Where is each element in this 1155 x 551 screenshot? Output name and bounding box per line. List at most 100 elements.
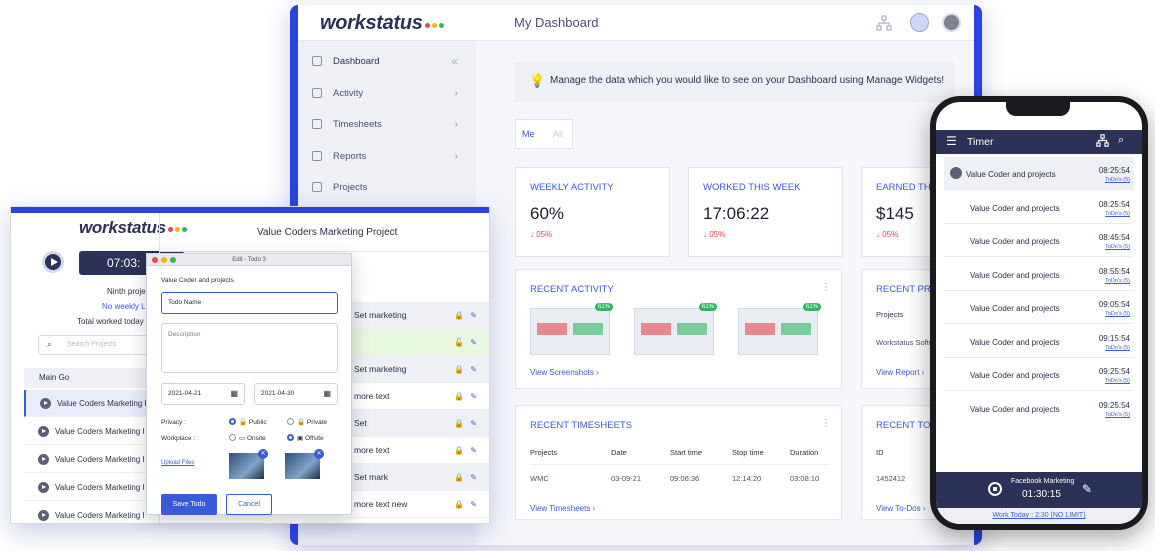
- play-icon[interactable]: [950, 167, 962, 179]
- lightbulb-icon: 💡: [529, 73, 546, 88]
- projects-icon: [312, 182, 322, 192]
- minimize-icon[interactable]: [161, 257, 167, 263]
- list-item[interactable]: Value Coder and projects 09:05:54 ToDo's (…: [944, 291, 1134, 324]
- play-icon[interactable]: [40, 397, 51, 409]
- play-icon[interactable]: [38, 453, 49, 465]
- list-item[interactable]: Value Coder and projects 08:45:54 ToDo's (…: [944, 224, 1134, 257]
- cancel-button[interactable]: Cancel: [226, 494, 272, 515]
- task-row[interactable]: 🔓✎: [346, 329, 489, 356]
- list-item[interactable]: Value Coder and projects 08:25:54 ToDo's (…: [944, 191, 1134, 224]
- search-icon[interactable]: ⌕: [1118, 134, 1124, 147]
- screenshot-thumbnail[interactable]: 61%: [634, 303, 717, 355]
- workstatus-logo: workstatus: [320, 12, 444, 35]
- table-cell: 1452412: [876, 474, 906, 483]
- view-todos-link[interactable]: View To-Dos ›: [876, 504, 926, 513]
- lock-edit-icons[interactable]: 🔒✎: [454, 473, 483, 482]
- lock-edit-icons[interactable]: 🔓✎: [454, 338, 483, 347]
- sidebar-item-timesheets[interactable]: Timesheets ›: [298, 109, 476, 139]
- sidebar-item-activity[interactable]: Activity ›: [298, 78, 476, 108]
- start-date-field[interactable]: 2021-04-21 ▦: [161, 383, 245, 405]
- avatar[interactable]: [942, 13, 961, 32]
- task-row[interactable]: Set marketing 🔒✎: [346, 302, 489, 329]
- list-item[interactable]: Value Coders Marketing I: [24, 390, 159, 417]
- more-icon[interactable]: ⋮: [821, 418, 831, 429]
- column-header: Duration: [790, 448, 819, 457]
- privacy-public-radio[interactable]: 🔓 Public: [229, 418, 267, 426]
- list-item[interactable]: Value Coder and projects 09:25:54 ToDo's (…: [944, 358, 1134, 391]
- lock-edit-icons[interactable]: 🔒✎: [454, 365, 483, 374]
- list-item[interactable]: Value Coder and projects 09:15:54 ToDo's (…: [944, 325, 1134, 358]
- task-row[interactable]: more text new 🔒✎: [346, 491, 489, 518]
- divider: [530, 464, 830, 465]
- sidebar-item-reports[interactable]: Reports ›: [298, 141, 476, 171]
- workplace-offsite-radio[interactable]: ▣ Offsite: [287, 434, 324, 442]
- list-item[interactable]: Value Coder and projects 09:25:54 ToDo's (…: [944, 392, 1134, 425]
- list-item[interactable]: Value Coder and projects 08:55:54 ToDo's (…: [944, 258, 1134, 291]
- list-item[interactable]: Value Coders Marketing I: [24, 418, 159, 445]
- table-cell: 12:14:20: [732, 474, 762, 483]
- description-input[interactable]: Description: [161, 323, 338, 373]
- task-row[interactable]: Set mark 🔒✎: [346, 464, 489, 491]
- calendar-icon[interactable]: ▦: [230, 384, 238, 404]
- task-row[interactable]: more text 🔒✎: [346, 383, 489, 410]
- play-icon[interactable]: [38, 509, 49, 521]
- edit-icon[interactable]: ✎: [1082, 482, 1092, 496]
- maximize-icon[interactable]: [170, 257, 176, 263]
- save-todo-button[interactable]: Save Todo: [161, 494, 217, 515]
- screenshot-thumbnail[interactable]: 61%: [530, 303, 613, 355]
- weekly-limit-link[interactable]: No weekly L: [102, 302, 146, 311]
- remove-icon[interactable]: ✕: [258, 449, 268, 459]
- list-item[interactable]: Value Coder and projects 08:25:54 ToDo's (…: [944, 157, 1134, 190]
- recent-timesheets-card: RECENT TIMESHEETS ⋮ Projects Date Start …: [515, 405, 842, 520]
- column-header: Projects: [876, 310, 904, 319]
- lock-edit-icons[interactable]: 🔒✎: [454, 392, 483, 401]
- task-row[interactable]: Set 🔒✎: [346, 410, 489, 437]
- upload-files-link[interactable]: Upload Files: [161, 460, 194, 466]
- org-chart-icon[interactable]: [1096, 134, 1109, 152]
- dialog-titlebar: Edit - Todo 3: [147, 254, 351, 266]
- worked-this-week-card: WORKED THIS WEEK 17:06:22 ↓ 05%: [688, 167, 843, 257]
- view-screenshots-link[interactable]: View Screenshots ›: [530, 368, 599, 377]
- menu-icon[interactable]: ☰: [946, 134, 957, 148]
- tab-me[interactable]: Me: [522, 129, 535, 139]
- lock-edit-icons[interactable]: 🔒✎: [454, 446, 483, 455]
- stop-button[interactable]: [988, 482, 1002, 496]
- card-delta: ↓ 05%: [703, 230, 726, 239]
- group-header: Main Go: [24, 368, 159, 388]
- list-item[interactable]: Value Coders Marketing I: [24, 502, 159, 523]
- view-report-link[interactable]: View Report ›: [876, 368, 924, 377]
- task-row[interactable]: Set marketing 🔒✎: [346, 356, 489, 383]
- work-today-footer[interactable]: Work Today : 2:30 (NO LIMIT): [936, 508, 1142, 524]
- list-item[interactable]: Value Coders Marketing I: [24, 474, 159, 501]
- end-date-field[interactable]: 2021-04-30 ▦: [254, 383, 338, 405]
- org-chart-icon[interactable]: [876, 15, 892, 31]
- lock-edit-icons[interactable]: 🔒✎: [454, 500, 483, 509]
- list-item[interactable]: Value Coders Marketing I: [24, 446, 159, 473]
- collapse-icon[interactable]: «: [451, 54, 458, 68]
- todo-name-input[interactable]: Todo Name: [161, 292, 338, 314]
- calendar-icon[interactable]: ▦: [323, 384, 331, 404]
- table-cell: 03:08:10: [790, 474, 820, 483]
- task-row[interactable]: more text 🔒✎: [346, 437, 489, 464]
- play-icon[interactable]: [38, 481, 49, 493]
- more-icon[interactable]: ⋮: [821, 282, 831, 293]
- lock-edit-icons[interactable]: 🔒✎: [454, 311, 483, 320]
- project-label: Value Coder and projects: [161, 277, 234, 284]
- search-input[interactable]: ⌕ Search Projects: [38, 335, 156, 355]
- globe-icon[interactable]: [910, 13, 929, 32]
- total-worked: Total worked today: [77, 317, 144, 326]
- remove-icon[interactable]: ✕: [314, 449, 324, 459]
- tab-all[interactable]: All: [553, 129, 563, 139]
- sidebar-item-projects[interactable]: Projects: [298, 172, 476, 202]
- view-timesheets-link[interactable]: View Timesheets ›: [530, 504, 595, 513]
- workplace-label: Workplace :: [161, 435, 196, 442]
- dashboard-icon: [312, 56, 322, 66]
- workplace-onsite-radio[interactable]: ▭ Onsite: [229, 434, 266, 442]
- privacy-private-radio[interactable]: 🔒 Private: [287, 418, 327, 426]
- lock-edit-icons[interactable]: 🔒✎: [454, 419, 483, 428]
- play-icon[interactable]: [38, 425, 49, 437]
- screenshot-thumbnail[interactable]: 61%: [738, 303, 821, 355]
- play-button[interactable]: [42, 251, 64, 273]
- sidebar-item-dashboard[interactable]: Dashboard «: [298, 46, 476, 76]
- close-icon[interactable]: [152, 257, 158, 263]
